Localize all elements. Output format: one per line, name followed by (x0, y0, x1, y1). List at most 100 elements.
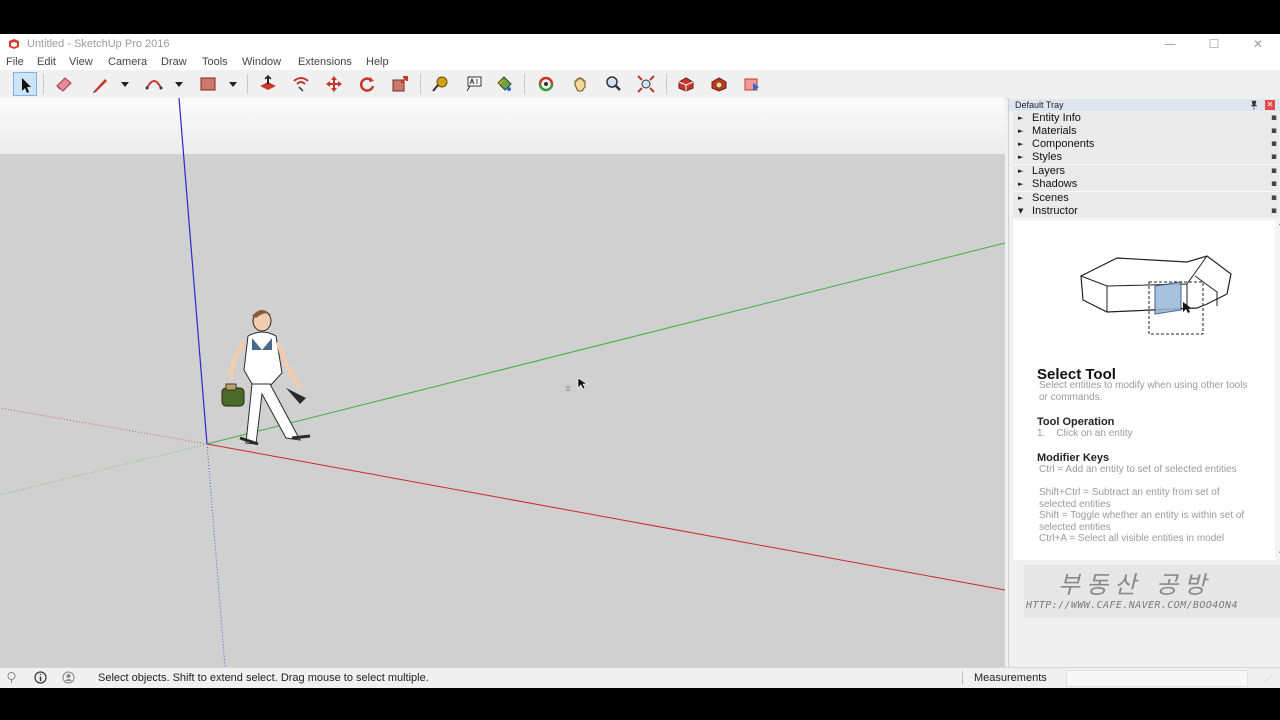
chevron-down-icon[interactable] (229, 80, 237, 88)
menu-extensions[interactable]: Extensions (298, 55, 352, 70)
panel-close-icon[interactable]: ▪ (1271, 205, 1277, 218)
red-axis (206, 443, 1005, 591)
expand-arrow-icon: ► (1018, 167, 1024, 175)
expand-arrow-icon: ► (1018, 140, 1024, 148)
rotate-tool-button[interactable] (355, 72, 379, 96)
sketchup-logo-icon (9, 39, 19, 49)
menu-help[interactable]: Help (366, 55, 389, 70)
credits-info-icon[interactable] (34, 671, 47, 684)
geo-location-icon[interactable] (5, 671, 18, 684)
menu-camera[interactable]: Camera (108, 55, 147, 70)
select-tool-illustration (1080, 255, 1232, 335)
toolbar-separator (420, 74, 421, 94)
move-icon (326, 76, 342, 92)
rectangle-tool-button[interactable] (196, 72, 220, 96)
tape-measure-tool-button[interactable] (428, 72, 452, 96)
menu-bar: File Edit View Camera Draw Tools Window … (0, 55, 1280, 70)
toolbar-separator (524, 74, 525, 94)
zoom-icon (606, 76, 621, 91)
paint-bucket-icon (497, 76, 512, 91)
user-account-icon[interactable] (62, 671, 75, 684)
modifier-key-item: Shift = Toggle whether an entity is with… (1039, 510, 1245, 533)
arc-tool-button[interactable] (142, 72, 166, 96)
pan-icon (574, 77, 586, 92)
zoom-extents-tool-button[interactable] (634, 72, 658, 96)
tray-close-icon[interactable]: ✕ (1265, 100, 1275, 110)
menu-view[interactable]: View (69, 55, 93, 70)
panel-components[interactable]: ► Components ▪ (1013, 138, 1279, 152)
scale-icon (392, 76, 408, 92)
eraser-icon (56, 77, 72, 92)
panel-label: Materials (1032, 125, 1077, 137)
minimize-button[interactable]: — (1155, 36, 1185, 52)
chevron-down-icon[interactable] (121, 80, 129, 88)
drawing-viewport[interactable] (0, 98, 1005, 667)
menu-file[interactable]: File (6, 55, 24, 70)
panel-close-icon[interactable]: ▪ (1271, 138, 1277, 151)
blue-axis-negative (206, 443, 226, 667)
panel-scenes[interactable]: ► Scenes ▪ (1013, 192, 1279, 206)
chevron-down-icon[interactable] (175, 80, 183, 88)
offset-tool-button[interactable] (289, 72, 313, 96)
orbit-icon (538, 76, 554, 92)
status-bar: Select objects. Shift to extend select. … (0, 667, 1280, 688)
panel-materials[interactable]: ► Materials ▪ (1013, 125, 1279, 139)
menu-edit[interactable]: Edit (37, 55, 56, 70)
scale-figure (221, 310, 311, 446)
tool-operation-step: 1. Click on an entity (1037, 428, 1133, 439)
select-tool-button[interactable] (13, 72, 37, 96)
layout-button[interactable] (740, 72, 764, 96)
zoom-tool-button[interactable] (601, 72, 625, 96)
panel-close-icon[interactable]: ▪ (1271, 165, 1277, 178)
modifier-key-item: Ctrl = Add an entity to set of selected … (1039, 464, 1237, 475)
move-tool-button[interactable] (322, 72, 346, 96)
panel-shadows[interactable]: ► Shadows ▪ (1013, 178, 1279, 192)
tray-title: Default Tray (1015, 100, 1064, 110)
line-tool-button[interactable] (88, 72, 112, 96)
toolbar-separator (666, 74, 667, 94)
panel-entity-info[interactable]: ► Entity Info ▪ (1013, 112, 1279, 126)
menu-draw[interactable]: Draw (161, 55, 187, 70)
expand-arrow-icon: ► (1018, 194, 1024, 202)
pin-icon[interactable] (1249, 100, 1259, 110)
panel-label: Components (1032, 138, 1095, 150)
status-hint: Select objects. Shift to extend select. … (98, 672, 429, 684)
instructor-scrollbar[interactable]: ⌃ ⌄ (1275, 220, 1280, 560)
panel-close-icon[interactable]: ▪ (1271, 192, 1277, 205)
panel-label: Entity Info (1032, 112, 1081, 124)
instructor-content: Select Tool Select entities to modify wh… (1013, 220, 1275, 560)
offset-icon (293, 77, 309, 92)
measurements-label: Measurements (974, 672, 1047, 684)
panel-close-icon[interactable]: ▪ (1271, 125, 1277, 138)
resize-grip-icon[interactable]: ⋰ (1264, 674, 1272, 683)
panel-label: Shadows (1032, 178, 1078, 190)
panel-layers[interactable]: ► Layers ▪ (1013, 165, 1279, 179)
push-pull-tool-button[interactable] (256, 72, 280, 96)
panel-close-icon[interactable]: ▪ (1271, 178, 1277, 191)
panel-instructor[interactable]: ▼ Instructor ▪ (1013, 205, 1279, 219)
extension-warehouse-icon (711, 77, 727, 92)
text-icon (466, 76, 482, 92)
menu-window[interactable]: Window (242, 55, 281, 70)
red-axis-negative (0, 407, 208, 445)
zoom-extents-icon (637, 75, 655, 93)
maximize-button[interactable]: ☐ (1199, 36, 1229, 52)
pencil-line-icon (93, 79, 107, 93)
menu-tools[interactable]: Tools (202, 55, 228, 70)
collapse-arrow-icon: ▼ (1018, 207, 1024, 215)
panel-close-icon[interactable]: ▪ (1271, 112, 1277, 125)
green-axis (206, 242, 1005, 445)
scale-tool-button[interactable] (388, 72, 412, 96)
orbit-tool-button[interactable] (534, 72, 558, 96)
paint-bucket-tool-button[interactable] (492, 72, 516, 96)
extension-warehouse-button[interactable] (707, 72, 731, 96)
panel-close-icon[interactable]: ▪ (1271, 151, 1277, 164)
panel-styles[interactable]: ► Styles ▪ (1013, 151, 1279, 165)
3d-warehouse-button[interactable] (674, 72, 698, 96)
close-button[interactable]: ✕ (1243, 36, 1273, 52)
eraser-tool-button[interactable] (52, 72, 76, 96)
text-tool-button[interactable] (462, 72, 486, 96)
pan-tool-button[interactable] (568, 72, 592, 96)
measurements-input[interactable] (1066, 670, 1248, 687)
sketchup-window: Untitled - SketchUp Pro 2016 — ☐ ✕ File … (0, 34, 1280, 688)
